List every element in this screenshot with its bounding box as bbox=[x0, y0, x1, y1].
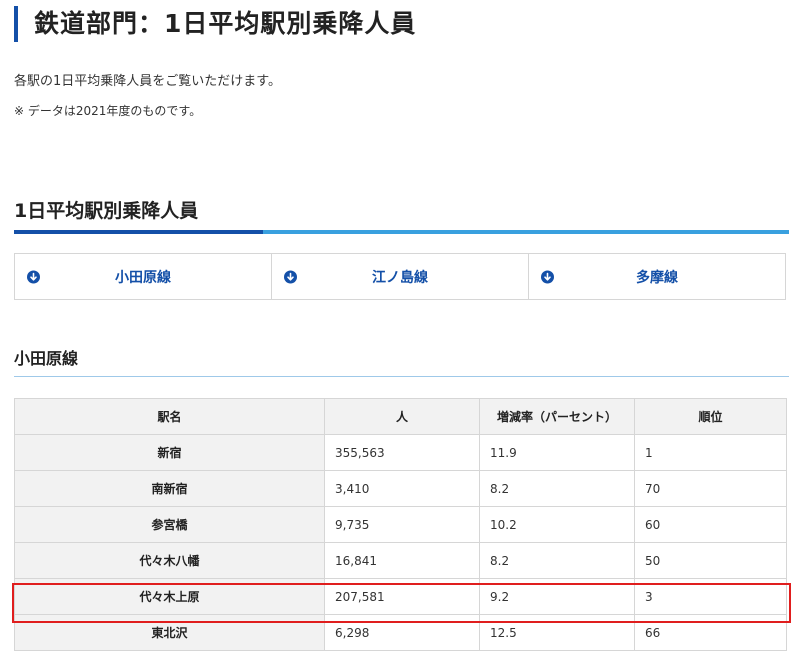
change-rate: 10.2 bbox=[479, 506, 635, 543]
station-name: 代々木上原 bbox=[14, 578, 325, 615]
change-rate: 12.5 bbox=[479, 614, 635, 651]
line-link-label: 江ノ島線 bbox=[372, 269, 428, 286]
page: 鉄道部門：1日平均駅別乗降人員 各駅の1日平均乗降人員をご覧いただけます。 ※ … bbox=[0, 0, 800, 671]
table-row: 参宮橋 9,735 10.2 60 bbox=[14, 506, 787, 543]
line-link-tama[interactable]: 多摩線 bbox=[528, 254, 785, 299]
column-header-change-rate: 増減率（パーセント） bbox=[479, 398, 635, 435]
rank: 1 bbox=[634, 434, 787, 471]
change-rate: 8.2 bbox=[479, 542, 635, 579]
station-name: 東北沢 bbox=[14, 614, 325, 651]
line-link-label: 多摩線 bbox=[636, 269, 678, 286]
rank: 3 bbox=[634, 578, 787, 615]
line-link-label: 小田原線 bbox=[115, 269, 171, 286]
arrow-down-circle-icon bbox=[284, 270, 297, 283]
table-row: 東北沢 6,298 12.5 66 bbox=[14, 614, 787, 651]
rank: 50 bbox=[634, 542, 787, 579]
column-header-rank: 順位 bbox=[634, 398, 787, 435]
section-heading: 1日平均駅別乗降人員 bbox=[14, 200, 199, 222]
line-anchor-nav: 小田原線 江ノ島線 多摩線 bbox=[14, 253, 786, 300]
arrow-down-circle-icon bbox=[27, 270, 40, 283]
rank: 60 bbox=[634, 506, 787, 543]
rank: 66 bbox=[634, 614, 787, 651]
page-title: 鉄道部門：1日平均駅別乗降人員 bbox=[14, 6, 416, 42]
odawara-heading-rule bbox=[14, 376, 789, 377]
rank: 70 bbox=[634, 470, 787, 507]
people-count: 207,581 bbox=[324, 578, 480, 615]
people-count: 16,841 bbox=[324, 542, 480, 579]
station-name: 参宮橋 bbox=[14, 506, 325, 543]
station-name: 代々木八幡 bbox=[14, 542, 325, 579]
arrow-down-circle-icon bbox=[541, 270, 554, 283]
change-rate: 9.2 bbox=[479, 578, 635, 615]
column-header-station: 駅名 bbox=[14, 398, 325, 435]
data-year-note: ※ データは2021年度のものです。 bbox=[14, 104, 202, 118]
intro-text: 各駅の1日平均乗降人員をご覧いただけます。 bbox=[14, 74, 281, 89]
odawara-line-heading: 小田原線 bbox=[14, 349, 79, 368]
section-heading-rule bbox=[14, 230, 789, 234]
section-heading-rule-accent bbox=[14, 230, 263, 234]
line-link-odawara[interactable]: 小田原線 bbox=[15, 254, 271, 299]
people-count: 9,735 bbox=[324, 506, 480, 543]
people-count: 355,563 bbox=[324, 434, 480, 471]
table-row: 新宿 355,563 11.9 1 bbox=[14, 434, 787, 471]
change-rate: 8.2 bbox=[479, 470, 635, 507]
table-row-highlighted: 代々木上原 207,581 9.2 3 bbox=[14, 578, 787, 615]
line-link-enoshima[interactable]: 江ノ島線 bbox=[271, 254, 528, 299]
table-header-row: 駅名 人 増減率（パーセント） 順位 bbox=[14, 398, 787, 435]
change-rate: 11.9 bbox=[479, 434, 635, 471]
table-row: 代々木八幡 16,841 8.2 50 bbox=[14, 542, 787, 579]
column-header-people: 人 bbox=[324, 398, 480, 435]
table-row: 南新宿 3,410 8.2 70 bbox=[14, 470, 787, 507]
station-name: 新宿 bbox=[14, 434, 325, 471]
people-count: 6,298 bbox=[324, 614, 480, 651]
station-name: 南新宿 bbox=[14, 470, 325, 507]
ridership-table: 駅名 人 増減率（パーセント） 順位 新宿 355,563 11.9 1 南新宿… bbox=[14, 398, 787, 651]
people-count: 3,410 bbox=[324, 470, 480, 507]
